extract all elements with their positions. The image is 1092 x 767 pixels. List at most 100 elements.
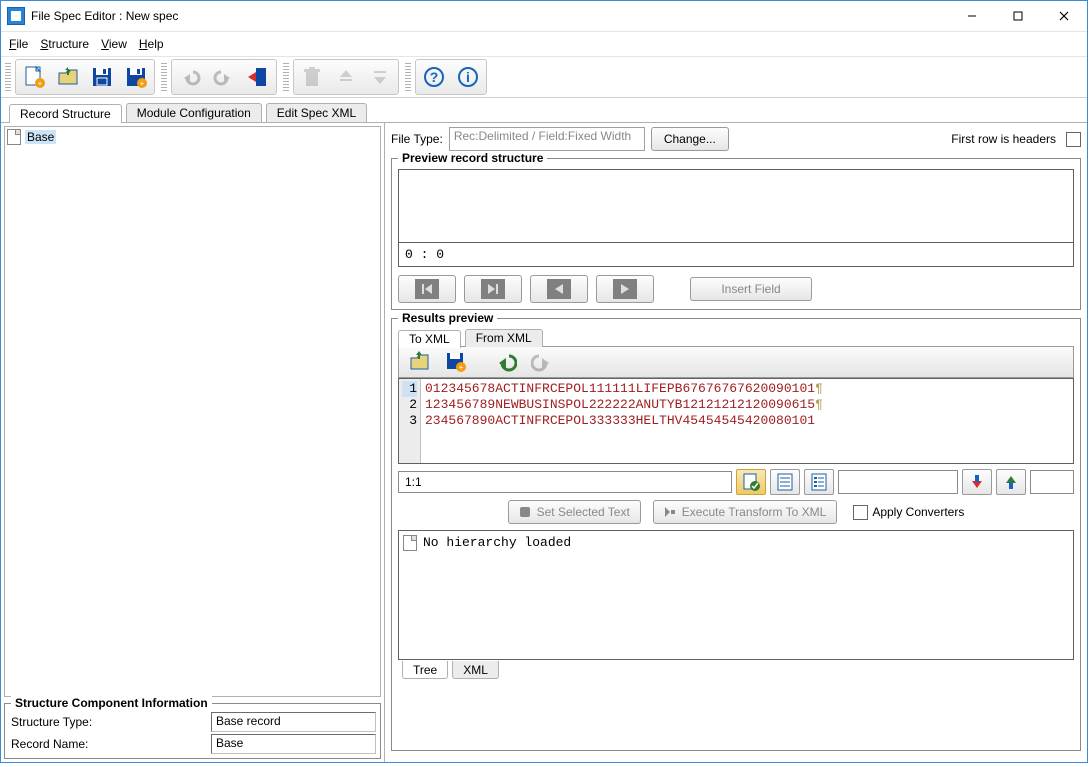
redo-icon xyxy=(531,351,553,373)
arrow-up-icon xyxy=(1005,475,1017,489)
new-file-icon: + xyxy=(22,65,46,89)
menubar: File Structure View Help xyxy=(1,32,1087,57)
minimize-button[interactable] xyxy=(949,1,995,31)
document-icon xyxy=(7,129,21,145)
trash-icon xyxy=(302,66,322,88)
save-as-icon: + xyxy=(445,351,467,373)
app-window: File Spec Editor : New spec File Structu… xyxy=(0,0,1088,763)
nav-prev-button[interactable] xyxy=(530,275,588,303)
search-up-button[interactable] xyxy=(996,469,1026,495)
preview-status: 0 : 0 xyxy=(398,243,1074,267)
results-redo-button xyxy=(527,348,557,376)
document-icon xyxy=(403,535,417,551)
tab-record-structure[interactable]: Record Structure xyxy=(9,104,122,123)
toolbar-handle-3[interactable] xyxy=(283,63,289,91)
record-name-value[interactable]: Base xyxy=(211,734,376,754)
tab-tree[interactable]: Tree xyxy=(402,661,448,679)
search-down-button[interactable] xyxy=(962,469,992,495)
tab-from-xml[interactable]: From XML xyxy=(465,329,543,347)
menu-help[interactable]: Help xyxy=(139,37,164,51)
results-inner-tabs: To XML From XML xyxy=(398,329,1074,347)
window-title: File Spec Editor : New spec xyxy=(31,9,178,23)
tab-to-xml[interactable]: To XML xyxy=(398,330,461,348)
record-name-label: Record Name: xyxy=(11,737,211,751)
new-file-button[interactable]: + xyxy=(19,63,49,91)
svg-text:+: + xyxy=(38,79,43,88)
code-line-2: 123456789NEWBUSINSPOL222222ANUTYB1212121… xyxy=(425,397,815,412)
set-selected-text-button: Set Selected Text xyxy=(508,500,641,524)
view-mode-3-button[interactable] xyxy=(804,469,834,495)
view-mode-2-button[interactable] xyxy=(770,469,800,495)
results-preview-group: Results preview To XML From XML + xyxy=(391,318,1081,751)
tab-edit-spec-xml[interactable]: Edit Spec XML xyxy=(266,103,367,122)
stop-icon xyxy=(519,506,531,518)
code-lines: 012345678ACTINFRCEPOL111111LIFEPB6767676… xyxy=(421,379,827,463)
menu-file[interactable]: File xyxy=(9,37,28,51)
code-line-1: 012345678ACTINFRCEPOL111111LIFEPB6767676… xyxy=(425,381,815,396)
results-code-area[interactable]: 1 2 3 012345678ACTINFRCEPOL111111LIFEPB6… xyxy=(398,378,1074,464)
preview-structure-area[interactable] xyxy=(398,169,1074,243)
app-icon xyxy=(7,7,25,25)
undo-button xyxy=(175,63,205,91)
change-file-type-button[interactable]: Change... xyxy=(651,127,729,151)
save-as-button[interactable]: + xyxy=(121,63,151,91)
svg-text:?: ? xyxy=(430,69,439,85)
toolbar-handle[interactable] xyxy=(5,63,11,91)
gutter-line-3: 3 xyxy=(409,413,417,428)
help-button[interactable]: ? xyxy=(419,63,449,91)
code-line-3: 234567890ACTINFRCEPOL333333HELTHV4545454… xyxy=(425,413,815,428)
move-down-button xyxy=(365,63,395,91)
help-icon: ? xyxy=(423,66,445,88)
cursor-position: 1:1 xyxy=(398,471,732,493)
search-field[interactable] xyxy=(838,470,958,494)
nav-prev-section-button[interactable] xyxy=(398,275,456,303)
svg-text:i: i xyxy=(466,69,470,85)
file-type-row: File Type: Rec:Delimited / Field:Fixed W… xyxy=(391,126,1081,152)
exit-button[interactable] xyxy=(243,63,273,91)
search-count xyxy=(1030,470,1074,494)
sci-legend: Structure Component Information xyxy=(11,696,212,710)
toolbar-handle-4[interactable] xyxy=(405,63,411,91)
svg-text:+: + xyxy=(140,79,145,88)
structure-type-value: Base record xyxy=(211,712,376,732)
svg-text:+: + xyxy=(459,363,464,372)
tree-node-base[interactable]: Base xyxy=(7,129,378,145)
undo-icon xyxy=(179,66,201,88)
hierarchy-output-area[interactable]: No hierarchy loaded xyxy=(398,530,1074,660)
save-button[interactable] xyxy=(87,63,117,91)
move-up-button xyxy=(331,63,361,91)
tree-node-label: Base xyxy=(25,130,56,144)
first-row-headers-label: First row is headers xyxy=(951,132,1056,146)
code-gutter: 1 2 3 xyxy=(399,379,421,463)
open-file-button[interactable] xyxy=(53,63,83,91)
maximize-button[interactable] xyxy=(995,1,1041,31)
results-open-button[interactable] xyxy=(405,348,435,376)
apply-converters-checkbox[interactable] xyxy=(853,505,868,520)
apply-converters-label: Apply Converters xyxy=(872,505,964,519)
page-list-icon xyxy=(810,473,828,491)
structure-tree[interactable]: Base xyxy=(4,126,381,697)
tab-xml[interactable]: XML xyxy=(452,661,499,679)
toolbar-handle-2[interactable] xyxy=(161,63,167,91)
results-save-button[interactable]: + xyxy=(441,348,471,376)
preview-record-structure-group: Preview record structure 0 : 0 Insert Fi… xyxy=(391,158,1081,310)
triangle-left-icon xyxy=(552,282,566,296)
results-undo-button[interactable] xyxy=(491,348,521,376)
action-buttons-row: Set Selected Text Execute Transform To X… xyxy=(398,500,1074,524)
delete-button xyxy=(297,63,327,91)
results-toolbar: + xyxy=(398,346,1074,378)
menu-structure[interactable]: Structure xyxy=(40,37,89,51)
view-mode-1-button[interactable] xyxy=(736,469,766,495)
tab-module-configuration[interactable]: Module Configuration xyxy=(126,103,262,122)
tab-body: Base Structure Component Information Str… xyxy=(1,122,1087,762)
file-type-field: Rec:Delimited / Field:Fixed Width xyxy=(449,127,645,151)
save-icon xyxy=(90,65,114,89)
menu-view[interactable]: View xyxy=(101,37,127,51)
nav-next-button[interactable] xyxy=(596,275,654,303)
main-tabs: Record Structure Module Configuration Ed… xyxy=(1,102,1087,122)
info-button[interactable]: i xyxy=(453,63,483,91)
redo-button xyxy=(209,63,239,91)
first-row-headers-checkbox[interactable] xyxy=(1066,132,1081,147)
nav-next-section-button[interactable] xyxy=(464,275,522,303)
close-button[interactable] xyxy=(1041,1,1087,31)
